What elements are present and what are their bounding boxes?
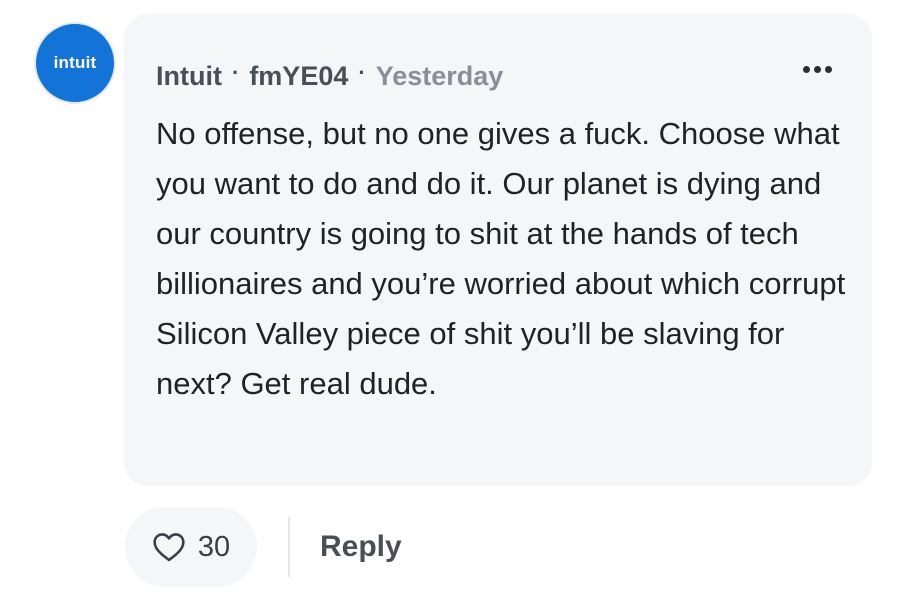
more-horizontal-icon	[825, 66, 832, 73]
comment-actions: 30 Reply	[125, 507, 402, 587]
intuit-logo: intuit	[53, 53, 97, 72]
action-divider	[288, 517, 290, 577]
meta-separator: ·	[231, 60, 240, 85]
company-name[interactable]: Intuit	[156, 58, 222, 94]
like-button[interactable]: 30	[125, 507, 257, 587]
comment: intuit Intuit · fmYE04 · Yesterday No of…	[0, 0, 903, 595]
comment-meta: Intuit · fmYE04 · Yesterday	[156, 58, 503, 94]
comment-text: No offense, but no one gives a fuck. Cho…	[156, 116, 846, 401]
username[interactable]: fmYE04	[249, 58, 348, 94]
company-avatar[interactable]: intuit	[36, 24, 114, 102]
heart-icon	[153, 533, 185, 562]
more-options-button[interactable]	[803, 66, 832, 73]
reply-button[interactable]: Reply	[320, 530, 402, 564]
meta-separator: ·	[358, 60, 366, 85]
more-horizontal-icon	[803, 66, 810, 73]
comment-bubble: Intuit · fmYE04 · Yesterday No offense, …	[124, 14, 872, 486]
timestamp: Yesterday	[375, 61, 504, 91]
like-count: 30	[197, 530, 231, 563]
more-horizontal-icon	[814, 66, 821, 73]
